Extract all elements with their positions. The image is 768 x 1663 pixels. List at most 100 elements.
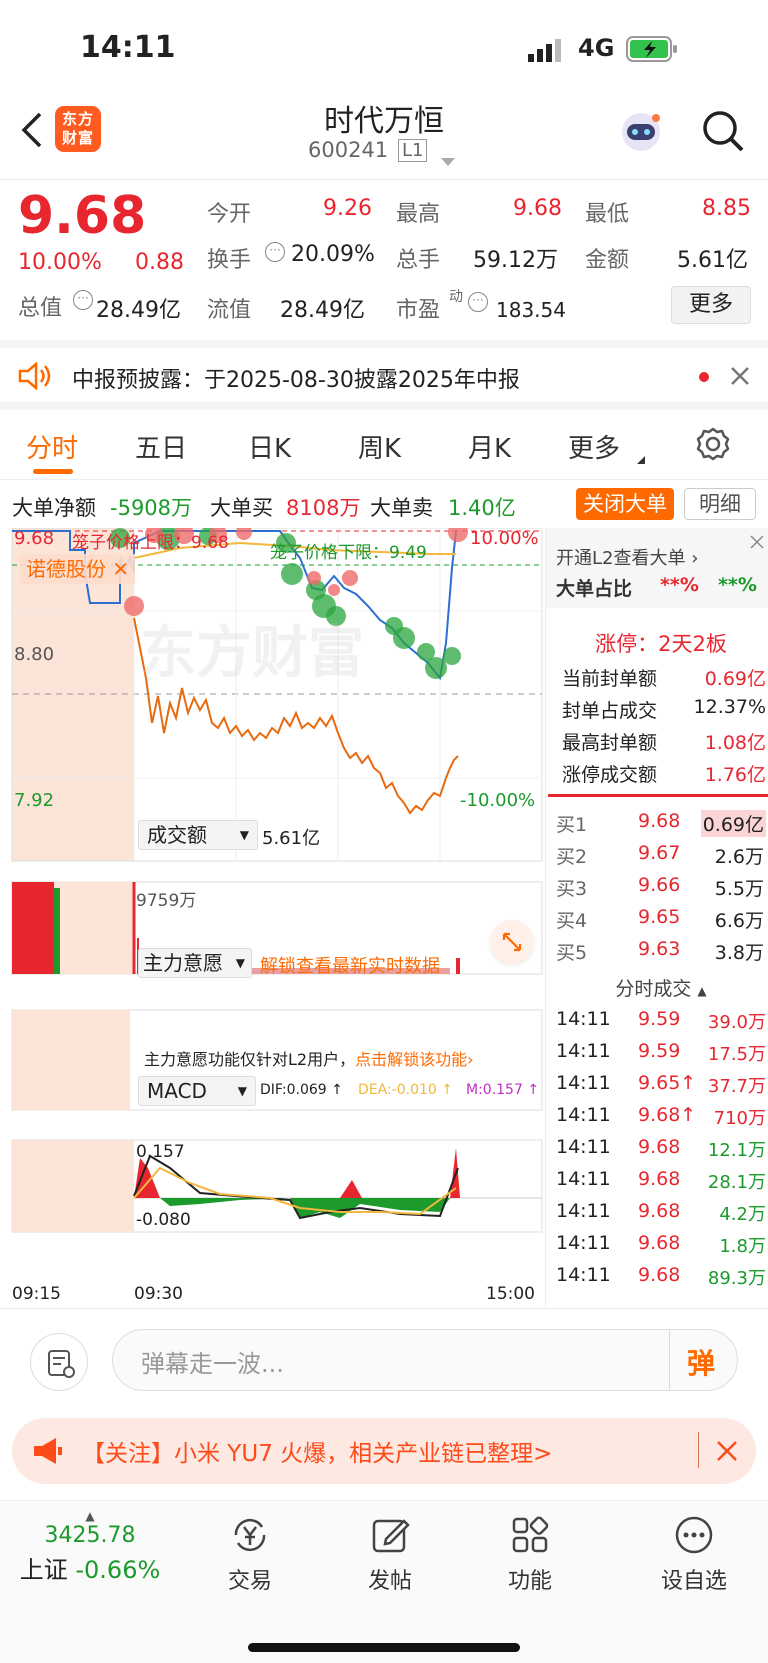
seal-ratio-label: 封单占成交 [562,700,658,722]
search-icon[interactable] [700,108,746,158]
tick-price: 9.68 [638,1168,681,1190]
bid-row: 买5 9.63 3.8万 [556,938,766,965]
m-value: M:0.157 ↑ [466,1082,540,1098]
big-order-ratio-2: **% [718,574,757,596]
index-tab[interactable]: ▲ 3425.78 上证 -0.66% [10,1509,170,1585]
seal-label: 当前封单额 [562,668,658,690]
intraday-chart[interactable]: 9.68 8.80 7.92 10.00% -10.00% 笼子价格上限：9.6… [0,528,545,1308]
dif-value: DIF:0.069 ↑ [260,1082,343,1098]
sell-label: 大单卖 [370,496,433,520]
turnover-label: 换手 [207,248,252,273]
close-icon[interactable] [750,534,764,553]
dea-value: DEA:-0.010 ↑ [358,1082,453,1098]
related-stock-tag[interactable]: 诺德股份 ✕ [20,554,136,584]
limit-amount-value: 1.76亿 [704,764,766,786]
volume-selector[interactable]: 成交额 ▼ [138,820,258,850]
close-big-order-button[interactable]: 关闭大单 [576,488,674,520]
volume-label: 总手 [396,248,441,273]
unlock-feature-link[interactable]: 点击解锁该功能 [355,1050,467,1069]
tab-function-label: 功能 [507,1569,552,1594]
tab-intraday[interactable]: 分时 [26,428,78,465]
bid-label: 买1 [556,814,588,836]
tick-time: 14:11 [556,1264,611,1286]
chevron-down-icon: ▼ [239,828,249,842]
close-icon[interactable] [730,366,750,390]
seal-row: 当前封单额 0.69亿 [556,664,766,691]
market-cap-value: 28.49亿 [96,298,181,323]
chevron-right-icon: › [467,1050,474,1069]
unlock-link[interactable]: 解锁查看最新实时数据 [260,952,440,978]
robot-assistant-icon[interactable] [618,110,664,158]
info-dots-icon[interactable]: ··· [265,242,285,262]
tab-five-day[interactable]: 五日 [135,428,187,465]
low-label: 最低 [585,202,630,227]
promo-banner[interactable]: 【关注】小米 YU7 火爆，相关产业链已整理> [12,1418,756,1484]
cage-upper-label: 笼子价格上限：9.68 [72,533,229,553]
more-button[interactable]: 更多 [671,286,751,324]
price-bot-label: 7.92 [14,790,55,811]
tick-time: 14:11 [556,1104,611,1126]
tab-post[interactable]: 发帖 [330,1513,450,1595]
tab-watchlist[interactable]: 设自选 [634,1513,754,1595]
expand-icon[interactable] [490,920,534,964]
close-icon[interactable] [716,1440,738,1466]
tick-volume: 4.2万 [719,1204,766,1225]
tab-trade[interactable]: 交易 [190,1513,310,1595]
gear-icon[interactable] [695,426,731,466]
net-label: 大单净额 [12,496,96,520]
tick-time: 14:11 [556,1200,611,1222]
info-dots-icon[interactable]: ··· [73,290,93,310]
l2-link-text: 开通L2查看大单 [556,548,686,569]
main-intent-selector[interactable]: 主力意愿 ▼ [138,948,252,978]
tick-time: 14:11 [556,1040,611,1062]
ticks-header[interactable]: 分时成交 ▲ [556,974,766,1001]
tab-monthly-k[interactable]: 月K [468,428,511,465]
pe-sup: 动 [449,289,463,305]
tab-daily-k[interactable]: 日K [248,428,291,465]
volume-max-label: 9759万 [136,891,197,911]
big-order-ratio-label: 大单占比 [556,578,633,600]
big-order-bar: 大单净额 -5908万 大单买 8108万 大单卖 1.40亿 关闭大单 明细 [0,480,768,528]
close-icon[interactable]: ✕ [112,557,129,581]
max-seal-value: 1.08亿 [704,732,766,754]
related-stock-name: 诺德股份 [26,557,106,581]
main-intent-note-text: 主力意愿功能仅针对L2用户， [144,1050,356,1069]
tick-row: 14:11 9.68 12.1万 [556,1136,766,1161]
signal-icon [528,38,564,66]
bid-volume: 5.5万 [714,878,764,900]
pct-bot-label: -10.00% [460,790,536,811]
megaphone-icon [32,1436,64,1470]
market-cap-label: 总值 [18,296,63,321]
tab-function[interactable]: 功能 [470,1513,590,1595]
tick-row: 14:11 9.68 28.1万 [556,1168,766,1193]
notes-icon[interactable] [30,1333,88,1391]
tab-weekly-k[interactable]: 周K [358,428,401,465]
max-seal-label: 最高封单额 [562,732,658,754]
bid-row: 买3 9.66 5.5万 [556,874,766,901]
notice-bar[interactable]: 中报预披露：于2025-08-30披露2025年中报 [0,340,768,410]
info-dots-icon[interactable]: ··· [468,292,488,312]
bid-label: 买3 [556,878,588,900]
turnover-value: 20.09% [291,242,375,267]
buy-label: 大单买 [210,496,273,520]
tick-volume: 1.8万 [719,1236,766,1257]
bid-label: 买5 [556,942,588,964]
ticks-title: 分时成交 [615,978,692,1000]
macd-selector[interactable]: MACD ▼ [138,1076,256,1106]
tick-row: 14:11 9.68 4.2万 [556,1200,766,1225]
tick-row: 14:11 9.59 17.5万 [556,1040,766,1065]
chevron-down-icon[interactable] [440,152,456,171]
tick-time: 14:11 [556,1072,611,1094]
tick-time: 14:11 [556,1136,611,1158]
danmu-send-button[interactable]: 弹 [687,1342,715,1382]
danmu-input[interactable]: 弹幕走一波... 弹 [112,1329,738,1391]
seal-value: 0.69亿 [704,668,766,690]
index-change: -0.66% [75,1556,161,1584]
chart-tabs: 分时 五日 日K 周K 月K 更多 [0,410,768,480]
tab-more[interactable]: 更多 [568,428,620,465]
level-badge: L1 [398,139,428,162]
tab-post-label: 发帖 [367,1569,412,1594]
l2-link[interactable]: 开通L2查看大单 › [556,544,766,570]
bid-label: 买2 [556,846,588,868]
detail-button[interactable]: 明细 [684,488,756,520]
